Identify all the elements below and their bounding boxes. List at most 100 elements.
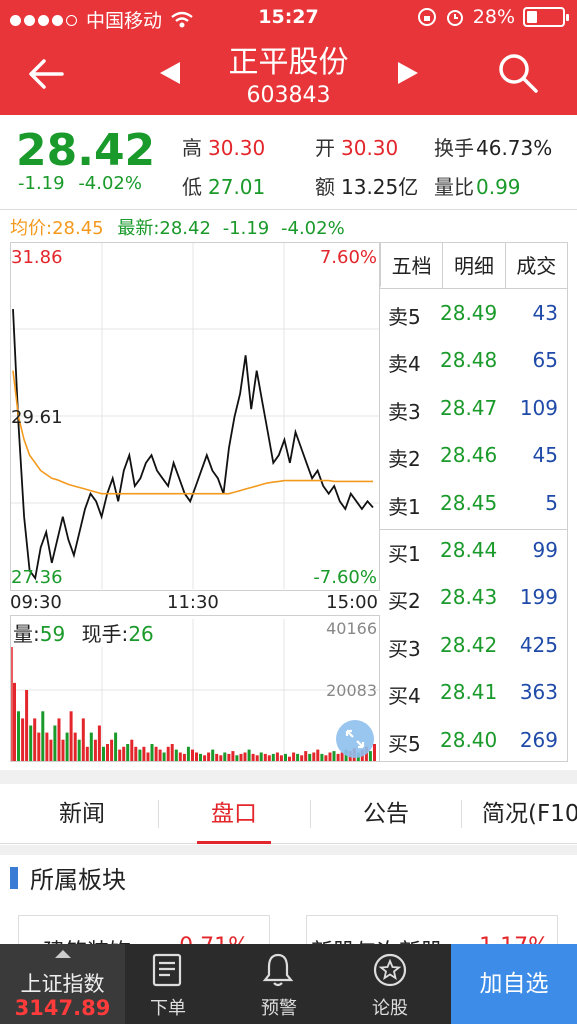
volume-bar bbox=[93, 739, 97, 761]
time-label-open: 09:30 bbox=[10, 592, 62, 613]
volume-bar bbox=[223, 752, 227, 761]
volume-bar bbox=[255, 755, 259, 761]
spacer bbox=[0, 845, 577, 855]
now-value: 26 bbox=[128, 622, 154, 646]
vol-max-label: 40166 bbox=[326, 619, 377, 638]
level-volume: 65 bbox=[532, 348, 558, 373]
vol-value: 59 bbox=[39, 622, 66, 646]
battery-icon bbox=[523, 7, 569, 27]
discuss-badge-icon bbox=[373, 953, 407, 987]
sector-title: 所属板块 bbox=[30, 866, 126, 894]
search-icon[interactable] bbox=[497, 52, 539, 94]
index-ticker[interactable]: 上证指数 3147.89 bbox=[0, 944, 125, 1024]
tab-news[interactable]: 新闻 bbox=[7, 784, 157, 844]
volume-bar bbox=[33, 718, 37, 761]
volume-bar bbox=[203, 755, 207, 761]
level-price: 28.49 bbox=[440, 301, 498, 325]
volume-bar bbox=[73, 732, 77, 761]
next-stock-arrow[interactable] bbox=[398, 62, 418, 84]
level-volume: 109 bbox=[519, 395, 558, 420]
volume-bar bbox=[37, 732, 41, 761]
avg-price: 均价:28.45 bbox=[10, 218, 104, 239]
volume-bar bbox=[61, 739, 65, 761]
level-volume: 425 bbox=[519, 632, 558, 657]
expand-chart-button[interactable] bbox=[336, 720, 374, 758]
volume-bar bbox=[300, 755, 304, 761]
amount-label: 额 bbox=[315, 175, 335, 199]
order-button[interactable]: 下单 bbox=[118, 944, 218, 1024]
volume-bar bbox=[324, 755, 328, 761]
ask-row[interactable]: 卖2 28.46 45 bbox=[380, 433, 568, 480]
amount-value: 13.25亿 bbox=[341, 175, 419, 199]
volume-bar bbox=[162, 752, 166, 761]
level-volume: 363 bbox=[519, 680, 558, 705]
level-label: 买3 bbox=[388, 636, 421, 661]
intraday-chart[interactable]: 31.86 7.60% 29.61 27.36 -7.60% 40166 200… bbox=[10, 242, 380, 762]
volume-bar bbox=[65, 732, 69, 761]
volume-bar bbox=[114, 732, 118, 761]
volume-bar bbox=[89, 732, 93, 761]
ask-row[interactable]: 卖3 28.47 109 bbox=[380, 386, 568, 433]
bid-row[interactable]: 买2 28.43 199 bbox=[380, 575, 568, 622]
latest-change: -1.19 bbox=[222, 218, 270, 239]
level-label: 卖4 bbox=[388, 352, 421, 377]
volume-bar bbox=[247, 749, 251, 761]
status-right: 28% bbox=[417, 6, 569, 28]
level-label: 买2 bbox=[388, 589, 421, 614]
tab-announcements[interactable]: 公告 bbox=[311, 784, 461, 844]
volume-bar bbox=[211, 749, 215, 761]
volume-bar bbox=[304, 751, 308, 761]
discuss-label: 论股 bbox=[372, 998, 408, 1019]
bid-row[interactable]: 买1 28.44 99 bbox=[380, 528, 568, 575]
vol-ratio-label: 量比 bbox=[434, 175, 474, 199]
ask-row[interactable]: 卖1 28.45 5 bbox=[380, 481, 568, 528]
turnover-field: 换手 46.73% bbox=[434, 132, 552, 161]
page-indicator bbox=[265, 1018, 305, 1024]
bell-icon bbox=[262, 953, 294, 987]
time-axis: 09:30 11:30 15:00 bbox=[10, 590, 380, 616]
alarm-icon bbox=[446, 10, 463, 26]
volume-bar bbox=[134, 746, 138, 761]
ask-row[interactable]: 卖4 28.48 65 bbox=[380, 338, 568, 385]
vol-ratio-field: 量比 0.99 bbox=[434, 171, 521, 200]
rotation-lock-icon bbox=[417, 8, 436, 26]
volume-bar bbox=[81, 718, 85, 761]
low-label: 低 bbox=[182, 175, 202, 199]
high-value: 30.30 bbox=[208, 136, 266, 160]
volume-bar bbox=[110, 739, 114, 761]
latest-price: 最新:28.42 bbox=[117, 218, 211, 239]
change-percent: -4.02% bbox=[78, 173, 142, 194]
tab-f10[interactable]: 简况(F10 bbox=[462, 784, 577, 844]
bid-row[interactable]: 买4 28.41 363 bbox=[380, 670, 568, 717]
volume-bar bbox=[154, 746, 158, 761]
volume-bar bbox=[126, 744, 130, 761]
volume-bar bbox=[284, 753, 287, 761]
tab-handicap[interactable]: 盘口 bbox=[159, 784, 309, 844]
turnover-value: 46.73% bbox=[476, 136, 553, 160]
level-price: 28.48 bbox=[440, 348, 498, 373]
volume-bar bbox=[263, 753, 267, 761]
volume-bar bbox=[186, 746, 190, 761]
expand-icon bbox=[345, 729, 365, 749]
volume-bar bbox=[328, 752, 332, 761]
discuss-button[interactable]: 论股 bbox=[340, 944, 440, 1024]
tab-details[interactable]: 明细 bbox=[442, 243, 504, 288]
turnover-label: 换手 bbox=[434, 136, 474, 160]
volume-bar bbox=[239, 753, 243, 761]
volume-readout: 量:59 现手:26 bbox=[11, 618, 156, 647]
volume-bar bbox=[215, 753, 219, 761]
bid-row[interactable]: 买3 28.42 425 bbox=[380, 623, 568, 670]
ask-row[interactable]: 卖5 28.49 43 bbox=[380, 291, 568, 338]
add-to-watchlist-button[interactable]: 加自选 bbox=[451, 944, 577, 1024]
tab-five-levels[interactable]: 五档 bbox=[380, 243, 443, 288]
tab-trades[interactable]: 成交 bbox=[504, 243, 567, 288]
alert-button[interactable]: 预警 bbox=[229, 944, 329, 1024]
open-label: 开 bbox=[315, 136, 335, 160]
volume-bar bbox=[69, 711, 73, 761]
bid-row[interactable]: 买5 28.40 269 bbox=[380, 718, 568, 765]
change-value: -1.19 bbox=[18, 173, 65, 194]
level-label: 卖2 bbox=[388, 447, 421, 472]
volume-bar bbox=[235, 755, 239, 761]
index-value: 3147.89 bbox=[14, 996, 111, 1020]
volume-bar bbox=[296, 753, 300, 761]
